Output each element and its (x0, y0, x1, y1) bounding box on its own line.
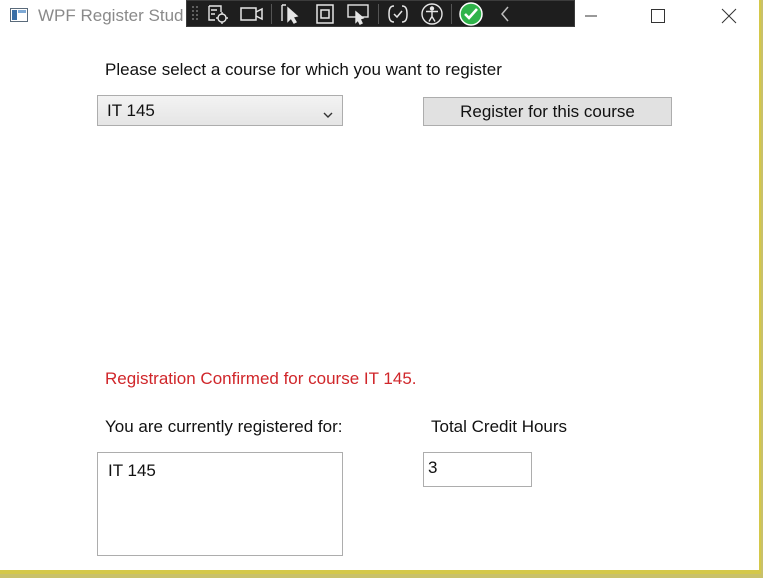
window-title: WPF Register Stud (38, 6, 184, 25)
minimize-icon (585, 15, 597, 17)
maximize-icon (651, 9, 665, 23)
app-icon (10, 8, 28, 22)
confirmation-message: Registration Confirmed for course IT 145… (105, 369, 417, 388)
registered-courses-listbox[interactable]: IT 145 (97, 452, 343, 556)
registered-courses-label: You are currently registered for: (105, 417, 343, 436)
chevron-down-icon (322, 105, 334, 125)
binding-check-icon[interactable] (454, 1, 488, 26)
record-video-icon[interactable] (235, 1, 269, 26)
close-button[interactable] (699, 0, 759, 32)
credit-hours-value: 3 (428, 458, 438, 477)
select-element-icon[interactable] (201, 1, 235, 26)
register-button[interactable]: Register for this course (423, 97, 672, 126)
close-icon (721, 8, 737, 24)
title-bar[interactable]: WPF Register Stud (0, 0, 760, 32)
accessibility-icon[interactable] (415, 1, 449, 26)
credit-hours-field[interactable]: 3 (423, 452, 532, 487)
debug-toolbar (186, 0, 575, 27)
track-focus-icon[interactable] (381, 1, 415, 26)
select-course-prompt: Please select a course for which you wan… (105, 60, 502, 79)
course-combobox[interactable]: IT 145 (97, 95, 343, 126)
element-bounds-icon[interactable] (308, 1, 342, 26)
course-combobox-value: IT 145 (107, 101, 155, 120)
display-layout-adorners-icon[interactable] (342, 1, 376, 26)
pointer-select-icon[interactable] (274, 1, 308, 26)
collapse-toolbar-icon[interactable] (488, 1, 522, 26)
minimize-button[interactable] (561, 0, 621, 32)
main-window: WPF Register Stud Please select a course… (0, 0, 761, 574)
list-item[interactable]: IT 145 (108, 461, 156, 481)
credit-hours-label: Total Credit Hours (431, 417, 568, 436)
maximize-button[interactable] (628, 0, 688, 32)
toolbar-grip-icon[interactable] (191, 4, 201, 24)
